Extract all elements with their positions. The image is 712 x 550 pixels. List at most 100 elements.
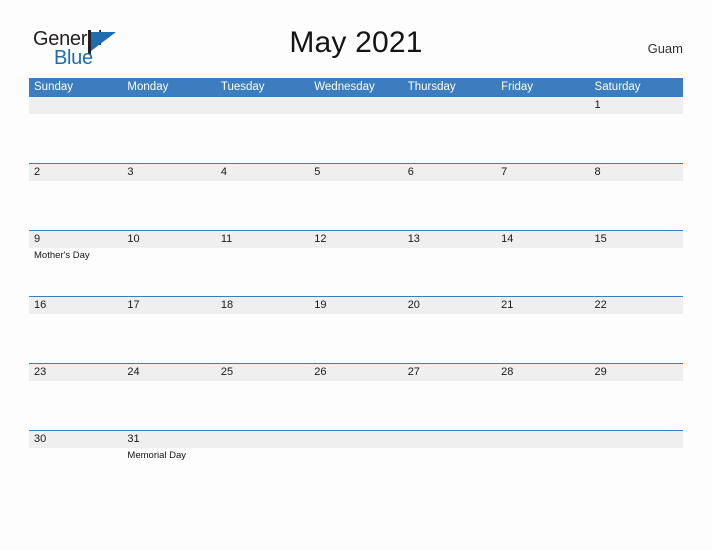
day-number[interactable]: 23 (29, 364, 122, 381)
day-cell[interactable] (496, 448, 589, 497)
day-number[interactable] (309, 431, 402, 448)
day-number[interactable]: 16 (29, 297, 122, 314)
weekday-header-monday: Monday (127, 81, 169, 93)
day-cell[interactable] (216, 448, 309, 497)
day-cell[interactable] (590, 181, 683, 230)
week-content-band (29, 180, 683, 230)
day-number[interactable] (496, 97, 589, 114)
day-cell[interactable]: Memorial Day (122, 448, 215, 497)
day-number[interactable] (216, 431, 309, 448)
day-cell[interactable] (216, 314, 309, 363)
day-cell[interactable] (122, 114, 215, 163)
day-number[interactable] (309, 97, 402, 114)
day-number[interactable]: 11 (216, 231, 309, 248)
day-cell[interactable] (29, 448, 122, 497)
day-number[interactable]: 26 (309, 364, 402, 381)
day-number[interactable] (403, 431, 496, 448)
day-number[interactable]: 31 (122, 431, 215, 448)
day-cell[interactable] (590, 314, 683, 363)
day-number[interactable]: 30 (29, 431, 122, 448)
day-cell[interactable] (216, 181, 309, 230)
day-cell[interactable] (309, 181, 402, 230)
weekday-header-thursday: Thursday (407, 81, 456, 93)
day-cell[interactable] (122, 314, 215, 363)
day-cell[interactable] (309, 381, 402, 430)
day-number[interactable]: 29 (590, 364, 683, 381)
day-cell[interactable] (122, 381, 215, 430)
day-number[interactable] (590, 431, 683, 448)
day-cell[interactable] (403, 314, 496, 363)
day-number[interactable]: 3 (122, 164, 215, 181)
day-number[interactable]: 14 (496, 231, 589, 248)
day-number[interactable] (496, 431, 589, 448)
day-number[interactable]: 28 (496, 364, 589, 381)
day-cell[interactable] (496, 248, 589, 297)
week-number-band: 30 31 (29, 430, 683, 448)
day-number[interactable]: 7 (496, 164, 589, 181)
week-content-band (29, 381, 683, 431)
calendar-grid: Sunday Monday Tuesday Wednesday Thursday… (29, 78, 683, 497)
day-cell[interactable] (29, 381, 122, 430)
day-number[interactable] (122, 97, 215, 114)
day-cell[interactable] (309, 248, 402, 297)
day-number[interactable]: 17 (122, 297, 215, 314)
day-cell[interactable] (309, 114, 402, 163)
day-number[interactable]: 5 (309, 164, 402, 181)
day-number[interactable]: 25 (216, 364, 309, 381)
day-cell[interactable] (216, 114, 309, 163)
day-cell[interactable] (403, 181, 496, 230)
week-row: 16 17 18 19 20 21 22 (29, 296, 683, 364)
day-number[interactable]: 2 (29, 164, 122, 181)
day-number[interactable]: 8 (590, 164, 683, 181)
page-header: General Blue May 2021 Guam (0, 0, 712, 78)
weekday-header-row: Sunday Monday Tuesday Wednesday Thursday… (29, 78, 683, 96)
day-cell[interactable] (496, 181, 589, 230)
day-number[interactable] (403, 97, 496, 114)
day-number[interactable]: 4 (216, 164, 309, 181)
day-cell[interactable] (309, 448, 402, 497)
day-number[interactable]: 27 (403, 364, 496, 381)
week-row: 30 31 Memorial Day (29, 429, 683, 497)
locale-label: Guam (647, 41, 683, 56)
day-cell[interactable] (496, 314, 589, 363)
day-number[interactable] (29, 97, 122, 114)
day-number[interactable]: 18 (216, 297, 309, 314)
day-cell[interactable] (29, 314, 122, 363)
day-cell[interactable] (309, 314, 402, 363)
day-number[interactable]: 15 (590, 231, 683, 248)
day-cell[interactable] (590, 381, 683, 430)
day-number[interactable]: 22 (590, 297, 683, 314)
day-number[interactable]: 19 (309, 297, 402, 314)
week-row: 2 3 4 5 6 7 8 (29, 162, 683, 230)
day-cell[interactable] (590, 248, 683, 297)
day-cell[interactable] (403, 248, 496, 297)
day-number[interactable]: 9 (29, 231, 122, 248)
day-cell[interactable] (403, 114, 496, 163)
day-cell[interactable] (590, 114, 683, 163)
day-number[interactable]: 13 (403, 231, 496, 248)
day-cell[interactable] (216, 248, 309, 297)
day-number[interactable]: 1 (590, 97, 683, 114)
day-number[interactable]: 20 (403, 297, 496, 314)
day-cell[interactable] (122, 248, 215, 297)
weekday-header-saturday: Saturday (594, 81, 641, 93)
day-number[interactable]: 10 (122, 231, 215, 248)
day-cell[interactable] (29, 181, 122, 230)
week-content-band (29, 114, 683, 163)
week-row: 1 (29, 96, 683, 163)
day-number[interactable]: 12 (309, 231, 402, 248)
day-cell[interactable] (403, 448, 496, 497)
week-number-band: 23 24 25 26 27 28 29 (29, 364, 683, 382)
day-cell[interactable] (216, 381, 309, 430)
day-cell[interactable] (590, 448, 683, 497)
day-cell[interactable]: Mother's Day (29, 248, 122, 297)
day-number[interactable]: 24 (122, 364, 215, 381)
day-cell[interactable] (496, 381, 589, 430)
day-number[interactable]: 21 (496, 297, 589, 314)
day-cell[interactable] (496, 114, 589, 163)
day-number[interactable] (216, 97, 309, 114)
day-cell[interactable] (29, 114, 122, 163)
day-cell[interactable] (403, 381, 496, 430)
day-cell[interactable] (122, 181, 215, 230)
day-number[interactable]: 6 (403, 164, 496, 181)
